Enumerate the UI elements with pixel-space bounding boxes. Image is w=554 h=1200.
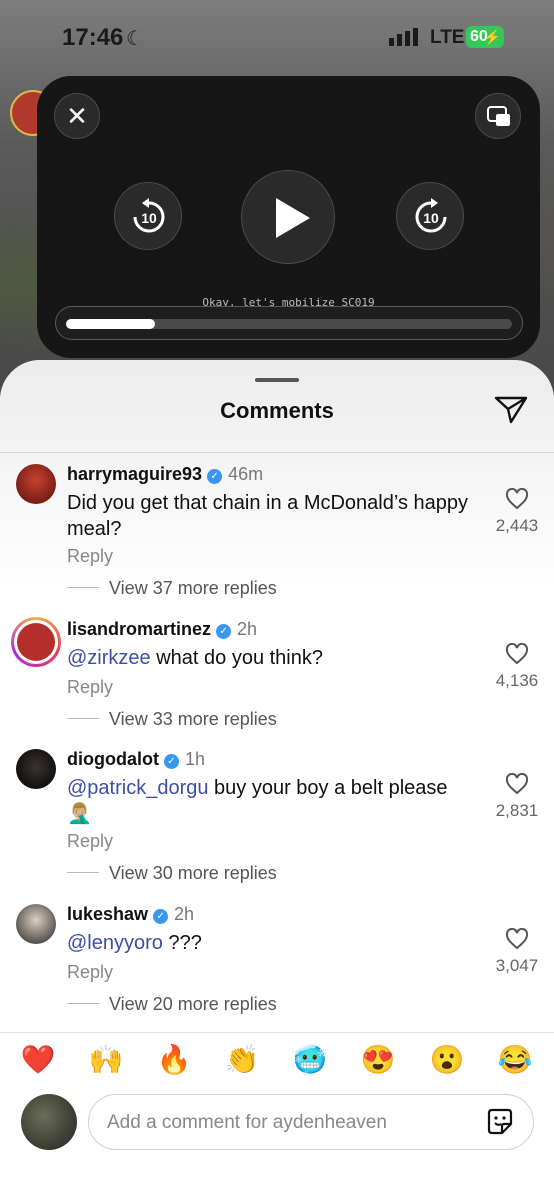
pip-icon [487,106,510,126]
comment-composer [0,1088,554,1200]
skip-back-button[interactable]: 10 [114,182,182,250]
skip-forward-label: 10 [423,210,439,226]
reply-button[interactable]: Reply [67,546,113,567]
avatar[interactable] [16,464,56,504]
replies-line [67,872,99,873]
like-button[interactable]: 2,831 [495,773,539,821]
comment-mention[interactable]: @zirkzee [67,647,151,669]
like-count: 3,047 [495,956,539,975]
pip-player[interactable]: ✕ 10 10 Okay, let's mobilize SC019 [37,76,540,358]
comment-text: @patrick_dorgu buy your boy a belt pleas… [67,775,477,827]
share-icon[interactable] [494,395,528,425]
skip-back-icon: 10 [133,198,165,233]
network-label: LTE [430,27,465,48]
signal-icon [389,28,418,46]
comment-header: harrymaguire93 ✓ 46m [67,464,263,485]
emoji-laughing[interactable]: 😂 [495,1043,535,1076]
view-more-replies[interactable]: View 33 more replies [67,709,277,730]
battery-icon: 60 ⚡ [466,26,504,48]
avatar[interactable] [16,749,56,789]
view-more-replies[interactable]: View 37 more replies [67,578,277,599]
comment-header: lukeshaw ✓ 2h [67,904,194,925]
comment-header: diogodalot ✓ 1h [67,749,205,770]
comment-username[interactable]: lisandromartinez [67,619,211,639]
reply-button[interactable]: Reply [67,677,113,698]
status-time: 17:46 [62,24,124,51]
play-icon [276,198,310,238]
verified-badge-icon: ✓ [163,754,179,769]
view-more-replies-label: View 37 more replies [109,578,277,598]
close-player-button[interactable]: ✕ [54,93,100,139]
comment-username[interactable]: lukeshaw [67,904,148,924]
skip-back-label: 10 [141,210,157,226]
verified-badge-icon: ✓ [207,469,223,484]
heart-icon [505,928,529,950]
comment-text: @zirkzee what do you think? [67,645,477,671]
view-more-replies-label: View 30 more replies [109,863,277,883]
moon-icon: ☾ [126,28,144,50]
comment-time: 2h [174,904,195,924]
avatar[interactable] [11,617,61,667]
like-button[interactable]: 4,136 [495,643,539,691]
status-bar: 17:46 ☾ LTE 60 ⚡ [0,0,554,76]
sheet-divider [0,452,554,453]
avatar[interactable] [16,904,56,944]
view-more-replies-label: View 20 more replies [109,994,277,1014]
like-count: 2,831 [495,801,539,820]
emoji-heart-eyes[interactable]: 😍 [358,1043,398,1076]
sheet-title: Comments [220,398,334,423]
emoji-cold-face[interactable]: 🥶 [290,1043,330,1076]
comment-input-box[interactable] [88,1094,534,1150]
like-button[interactable]: 3,047 [495,928,539,976]
play-button[interactable] [241,170,335,264]
emoji-fire[interactable]: 🔥 [154,1043,194,1076]
like-count: 2,443 [495,516,539,535]
comment-input[interactable] [105,1107,469,1139]
sheet-grabber[interactable] [255,378,299,382]
playback-progress[interactable] [55,306,523,340]
comment-mention[interactable]: @patrick_dorgu [67,777,208,799]
comment-text: @lenyyoro ??? [67,930,477,956]
view-more-replies[interactable]: View 20 more replies [67,994,277,1015]
comment-text: Did you get that chain in a McDonald’s h… [67,490,477,542]
comment-time: 1h [184,749,206,769]
comment-time: 2h [237,619,258,639]
pip-toggle-button[interactable] [475,93,521,139]
comment-time: 46m [228,464,264,484]
view-more-replies[interactable]: View 30 more replies [67,863,277,884]
view-more-replies-label: View 33 more replies [109,709,277,729]
my-avatar [21,1094,77,1150]
heart-icon [505,643,529,665]
reply-button[interactable]: Reply [67,962,113,983]
heart-icon [505,488,529,510]
close-icon: ✕ [66,101,88,131]
comment-username[interactable]: diogodalot [67,749,159,769]
comment-header: lisandromartinez ✓ 2h [67,619,257,640]
comment-body: Did you get that chain in a McDonald’s h… [67,492,468,540]
verified-badge-icon: ✓ [216,624,232,639]
skip-forward-icon: 10 [415,198,447,233]
progress-fill [66,319,156,329]
comment-mention[interactable]: @lenyyoro [67,932,163,954]
skip-forward-button[interactable]: 10 [396,182,464,250]
reply-button[interactable]: Reply [67,831,113,852]
comment-body: ??? [162,932,202,954]
replies-line [67,1003,99,1004]
verified-badge-icon: ✓ [153,909,169,924]
replies-line [67,718,99,719]
replies-line [67,587,99,588]
progress-track[interactable] [66,319,512,329]
emoji-heart[interactable]: ❤️ [18,1043,58,1076]
like-button[interactable]: 2,443 [495,488,539,536]
emoji-clap[interactable]: 👏 [222,1043,262,1076]
emoji-raised-hands[interactable]: 🙌 [86,1043,126,1076]
comment-body: what do you think? [150,647,323,669]
sticker-icon[interactable] [485,1107,515,1137]
emoji-surprised[interactable]: 😮 [427,1043,467,1076]
like-count: 4,136 [495,671,539,690]
comment-username[interactable]: harrymaguire93 [67,464,202,484]
heart-icon [505,773,529,795]
quick-emoji-bar: ❤️ 🙌 🔥 👏 🥶 😍 😮 😂 [0,1032,554,1089]
